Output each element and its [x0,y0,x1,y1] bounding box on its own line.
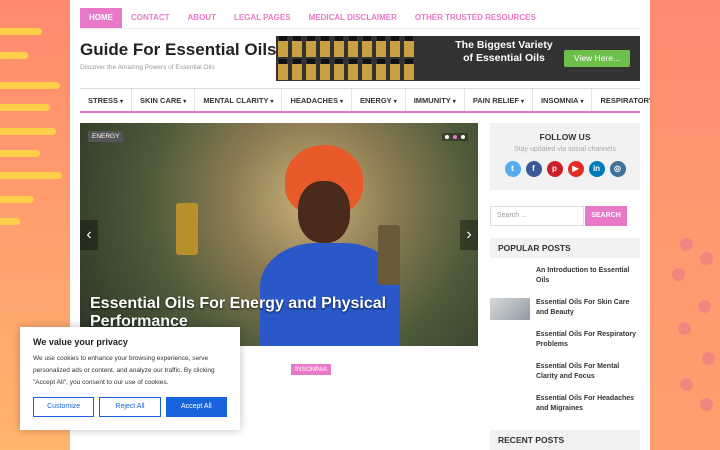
slide-caption[interactable]: Essential Oils For Energy and Physical P… [90,295,410,331]
top-nav-other-trusted-resources[interactable]: Other Trusted Resources [406,8,545,28]
top-nav: Home Contact About Legal Pages Medical D… [80,8,545,28]
reject-all-button[interactable]: Reject All [99,397,161,417]
search-input[interactable]: Search ... [490,206,584,226]
chevron-down-icon: ▾ [580,99,584,105]
chevron-down-icon: ▾ [393,99,397,105]
follow-widget: FOLLOW US Stay updated via social channe… [490,123,640,190]
nav-skin-care[interactable]: SKIN CARE ▾ [132,89,196,111]
accept-all-button[interactable]: Accept All [165,397,227,417]
post-category-tag[interactable]: INSOMNIA [291,364,332,375]
top-nav-legal-pages[interactable]: Legal Pages [225,8,300,28]
nav-stress[interactable]: STRESS ▾ [80,89,133,111]
sidebar: FOLLOW US Stay updated via social channe… [490,123,640,450]
popular-post-title[interactable]: Essential Oils For Skin Care and Beauty [536,298,640,322]
slider-dot-active[interactable] [453,135,457,139]
post-thumbnail[interactable] [490,298,530,320]
popular-post-item[interactable]: Essential Oils For Headaches and Migrain… [490,394,640,418]
cookie-title: We value your privacy [33,337,128,347]
slide-category-tag[interactable]: ENERGY [88,131,124,142]
popular-post-title[interactable]: Essential Oils For Mental Clarity and Fo… [536,362,640,386]
instagram-icon[interactable]: ◎ [609,161,626,177]
slider-next-arrow-icon[interactable]: › [460,220,478,250]
youtube-icon[interactable]: ▶ [567,161,584,177]
facebook-icon[interactable]: f [525,161,542,177]
nav-mental-clarity[interactable]: MENTAL CLARITY ▾ [195,89,283,111]
slider-prev-arrow-icon[interactable]: ‹ [80,220,98,250]
nav-pain-relief[interactable]: PAIN RELIEF ▾ [465,89,533,111]
popular-posts-title: POPULAR POSTS [490,238,640,258]
slider-pagination [442,133,468,141]
oil-bottle-image [378,225,400,285]
recent-posts-title: RECENT POSTS [490,430,640,450]
background-right-decoration [650,0,720,450]
chevron-down-icon: ▾ [120,99,124,105]
top-nav-contact[interactable]: Contact [122,8,179,28]
top-nav-about[interactable]: About [179,8,225,28]
nav-energy[interactable]: ENERGY ▾ [352,89,406,111]
featured-slider[interactable]: ENERGY ‹ › Essential Oils For Energy and… [80,123,478,346]
popular-post-title[interactable]: Essential Oils For Headaches and Migrain… [536,394,640,418]
header-ad-banner[interactable]: The Biggest Variety of Essential Oils Vi… [276,36,640,81]
follow-title: FOLLOW US [539,132,591,142]
site-title[interactable]: Guide For Essential Oils [80,40,277,60]
linkedin-icon[interactable]: in [588,161,605,177]
popular-post-item[interactable]: Essential Oils For Skin Care and Beauty [490,298,640,322]
popular-post-title[interactable]: Essential Oils For Respiratory Problems [536,330,640,354]
banner-view-button[interactable]: View Here... [564,50,630,67]
nav-insomnia[interactable]: INSOMNIA ▾ [533,89,593,111]
slider-dot[interactable] [445,135,449,139]
divider [80,28,640,29]
site-tagline: Discover the Amazing Powers of Essential… [80,64,215,71]
nav-respiratory[interactable]: RESPIRATORY▾ [592,89,650,111]
slider-dot[interactable] [461,135,465,139]
chevron-down-icon: ▾ [520,99,524,105]
pinterest-icon[interactable]: p [546,161,563,177]
chevron-down-icon: ▾ [183,99,187,105]
social-icons: t f p ▶ in ◎ [490,161,640,177]
top-nav-home[interactable]: Home [80,8,122,28]
chevron-down-icon: ▾ [339,99,343,105]
main-nav: STRESS ▾ SKIN CARE ▾ MENTAL CLARITY ▾ HEADA… [80,88,650,113]
top-nav-medical-disclaimer[interactable]: Medical Disclaimer [300,8,406,28]
popular-post-item[interactable]: Essential Oils For Respiratory Problems [490,330,640,354]
twitter-icon[interactable]: t [504,161,521,177]
popular-post-item[interactable]: Essential Oils For Mental Clarity and Fo… [490,362,640,386]
nav-headaches[interactable]: HEADACHES ▾ [282,89,352,111]
oil-bottle-image [176,203,198,255]
customize-button[interactable]: Customize [33,397,95,417]
chevron-down-icon: ▾ [270,99,274,105]
popular-post-item[interactable]: An Introduction to Essential Oils [490,266,640,290]
cookie-body: We use cookies to enhance your browsing … [33,355,215,386]
chevron-down-icon: ▾ [452,99,456,105]
nav-immunity[interactable]: IMMUNITY ▾ [406,89,465,111]
cookie-consent-banner: We value your privacy We use cookies to … [20,327,240,430]
search-form: Search ... SEARCH [490,206,640,226]
follow-subtitle: Stay updated via social channels [514,146,616,153]
banner-bottles-image [276,36,426,81]
popular-post-title[interactable]: An Introduction to Essential Oils [536,266,640,290]
banner-text: The Biggest Variety of Essential Oils [455,39,553,64]
cookie-buttons: Customize Reject All Accept All [33,397,227,417]
search-button[interactable]: SEARCH [585,206,627,226]
